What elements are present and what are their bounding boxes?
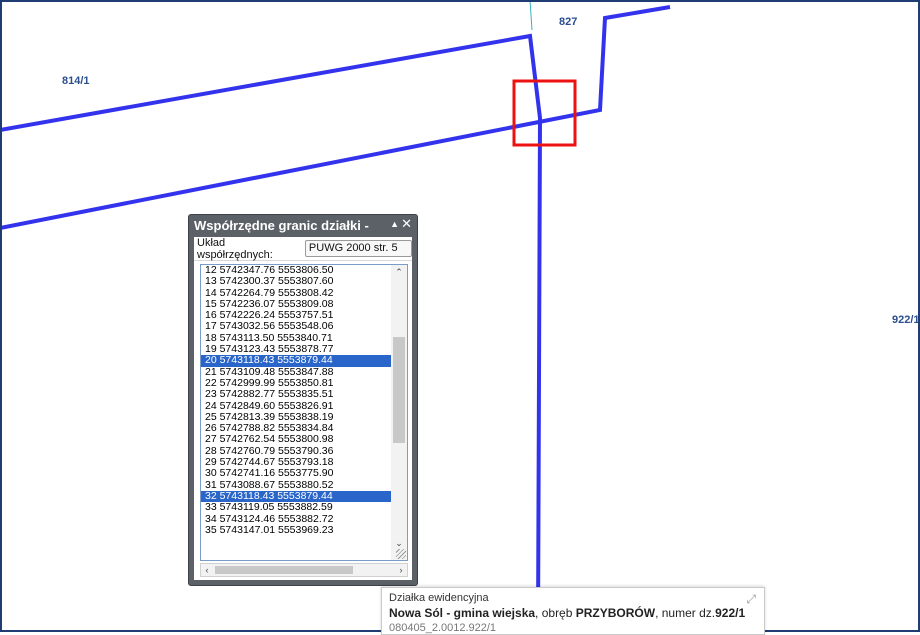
scroll-left-icon[interactable]: ‹ xyxy=(201,564,213,576)
triangle-up-icon[interactable]: ▲ xyxy=(390,219,399,229)
parcel-municipality: Nowa Sól - gmina wiejska xyxy=(389,606,536,620)
coordinate-row[interactable]: 13 5742300.37 5553807.60 xyxy=(201,275,391,287)
coordinate-system-select[interactable]: PUWG 2000 str. 5 xyxy=(304,240,412,257)
horizontal-scroll-thumb[interactable] xyxy=(215,566,353,574)
scroll-right-icon[interactable]: › xyxy=(395,564,407,576)
coordinates-panel[interactable]: Współrzędne granic działki - ▲ ✕ Układ w… xyxy=(188,214,418,586)
scroll-up-icon[interactable]: ⌃ xyxy=(391,265,407,279)
scroll-down-icon[interactable]: ⌄ xyxy=(391,536,407,550)
coordinates-list-rows: 12 5742347.76 5553806.50 13 5742300.37 55… xyxy=(201,265,391,560)
parcel-number: 922/1 xyxy=(715,606,746,620)
coordinate-system-label: Układ współrzędnych: xyxy=(197,237,273,261)
collapse-arrows-icon[interactable]: ⤢ xyxy=(746,592,756,607)
parcel-number-prefix: , numer dz. xyxy=(655,606,716,620)
coordinate-row[interactable]: 23 5742882.77 5553835.51 xyxy=(201,388,391,400)
close-icon[interactable]: ✕ xyxy=(401,216,412,232)
parcel-location-line: Nowa Sól - gmina wiejska, obręb PRZYBORÓ… xyxy=(389,606,757,620)
panel-title: Współrzędne granic działki - xyxy=(194,218,369,233)
resize-grip-icon[interactable] xyxy=(396,549,406,559)
horizontal-scrollbar[interactable]: ‹ › xyxy=(200,563,408,577)
coordinate-row[interactable]: 33 5743119.05 5553882.59 xyxy=(201,501,391,513)
vertical-scroll-thumb[interactable] xyxy=(393,337,405,443)
coordinate-row[interactable]: 30 5742741.16 5553775.90 xyxy=(201,468,391,480)
panel-body: Układ współrzędnych: PUWG 2000 str. 5 12… xyxy=(194,237,412,580)
parcel-precinct: PRZYBORÓW xyxy=(575,606,656,620)
parcel-info-popup: Działka ewidencyjna Nowa Sól - gmina wie… xyxy=(381,587,765,635)
parcel-kind: Działka ewidencyjna xyxy=(389,592,489,604)
coordinates-list[interactable]: 12 5742347.76 5553806.50 13 5742300.37 55… xyxy=(200,264,408,561)
panel-titlebar[interactable]: Współrzędne granic działki - ▲ ✕ xyxy=(189,215,417,237)
vertical-scrollbar[interactable]: ⌃ ⌄ xyxy=(391,265,407,560)
parcel-label-827: 827 xyxy=(559,16,577,28)
parcel-label-922-1: 922/1 xyxy=(892,314,920,326)
parcel-label-814-1: 814/1 xyxy=(62,75,90,87)
parcel-code: 080405_2.0012.922/1 xyxy=(389,622,497,634)
map-canvas[interactable]: 827 814/1 922/1 xyxy=(0,0,920,632)
coordinate-row[interactable]: 35 5743147.01 5553969.23 xyxy=(201,524,391,536)
coordinate-row[interactable]: 20 5743118.43 5553879.44 xyxy=(201,355,391,367)
parcel-precinct-prefix: , obręb xyxy=(535,606,576,620)
coordinate-system-row: Układ współrzędnych: PUWG 2000 str. 5 xyxy=(194,237,412,261)
